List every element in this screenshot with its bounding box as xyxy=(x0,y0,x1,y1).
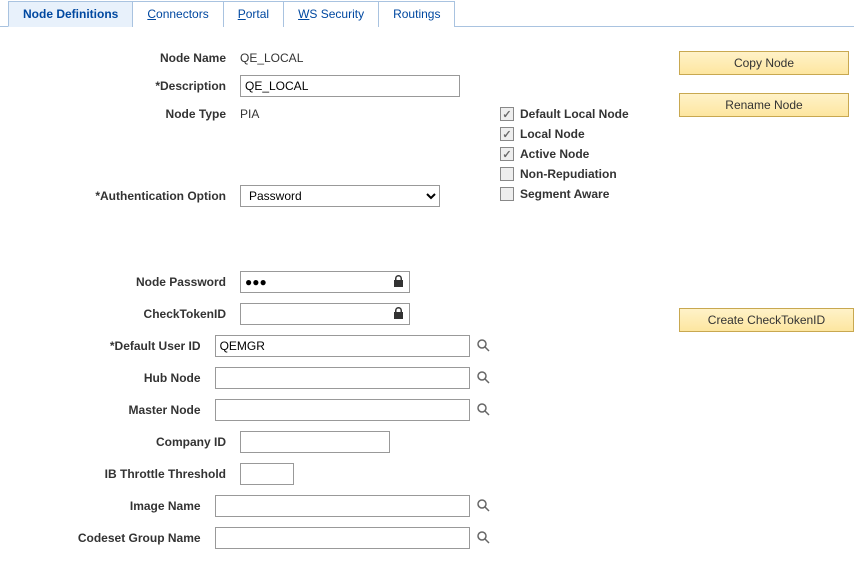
label-node-type: Node Type xyxy=(20,107,240,121)
checkbox-icon xyxy=(500,127,514,141)
lookup-icon[interactable] xyxy=(476,402,490,419)
check-local-node: Local Node xyxy=(500,127,675,141)
label-company-id: Company ID xyxy=(20,435,240,449)
label-node-name: Node Name xyxy=(20,51,240,65)
check-default-local-node: Default Local Node xyxy=(500,107,675,121)
input-company-id[interactable] xyxy=(240,431,390,453)
label-ib-throttle: IB Throttle Threshold xyxy=(20,467,240,481)
input-master-node[interactable] xyxy=(215,399,470,421)
value-node-name: QE_LOCAL xyxy=(240,51,303,65)
lookup-icon[interactable] xyxy=(476,498,490,515)
select-auth-option[interactable]: Password xyxy=(240,185,440,207)
label-auth-option: *Authentication Option xyxy=(20,189,240,203)
label-codeset-group: Codeset Group Name xyxy=(20,531,215,545)
label-description: *Description xyxy=(20,79,240,93)
checkbox-icon xyxy=(500,107,514,121)
tab-portal[interactable]: Portal xyxy=(223,1,284,27)
check-active-node: Active Node xyxy=(500,147,675,161)
rename-node-button[interactable]: Rename Node xyxy=(679,93,849,117)
label-default-user-id: *Default User ID xyxy=(20,339,215,353)
check-segment-aware[interactable]: Segment Aware xyxy=(500,187,675,201)
label-image-name: Image Name xyxy=(20,499,215,513)
input-default-user-id[interactable] xyxy=(215,335,470,357)
input-hub-node[interactable] xyxy=(215,367,470,389)
value-node-type: PIA xyxy=(240,107,259,121)
label-master-node: Master Node xyxy=(20,403,215,417)
label-check-token-id: CheckTokenID xyxy=(20,307,240,321)
checkbox-icon xyxy=(500,187,514,201)
input-node-password[interactable] xyxy=(240,271,410,293)
tab-routings[interactable]: Routings xyxy=(378,1,455,27)
checkbox-icon xyxy=(500,167,514,181)
input-image-name[interactable] xyxy=(215,495,470,517)
copy-node-button[interactable]: Copy Node xyxy=(679,51,849,75)
lookup-icon[interactable] xyxy=(476,370,490,387)
create-check-token-button[interactable]: Create CheckTokenID xyxy=(679,308,854,332)
tab-bar: Node Definitions Connectors Portal WS Se… xyxy=(0,0,854,27)
label-hub-node: Hub Node xyxy=(20,371,215,385)
tab-connectors[interactable]: Connectors xyxy=(132,1,223,27)
tab-ws-security[interactable]: WS Security xyxy=(283,1,379,27)
input-codeset-group[interactable] xyxy=(215,527,470,549)
tab-node-definitions[interactable]: Node Definitions xyxy=(8,1,133,27)
checkbox-icon xyxy=(500,147,514,161)
lookup-icon[interactable] xyxy=(476,530,490,547)
input-check-token-id[interactable] xyxy=(240,303,410,325)
input-ib-throttle[interactable] xyxy=(240,463,294,485)
lookup-icon[interactable] xyxy=(476,338,490,355)
input-description[interactable] xyxy=(240,75,460,97)
label-node-password: Node Password xyxy=(20,275,240,289)
check-non-repudiation[interactable]: Non-Repudiation xyxy=(500,167,675,181)
